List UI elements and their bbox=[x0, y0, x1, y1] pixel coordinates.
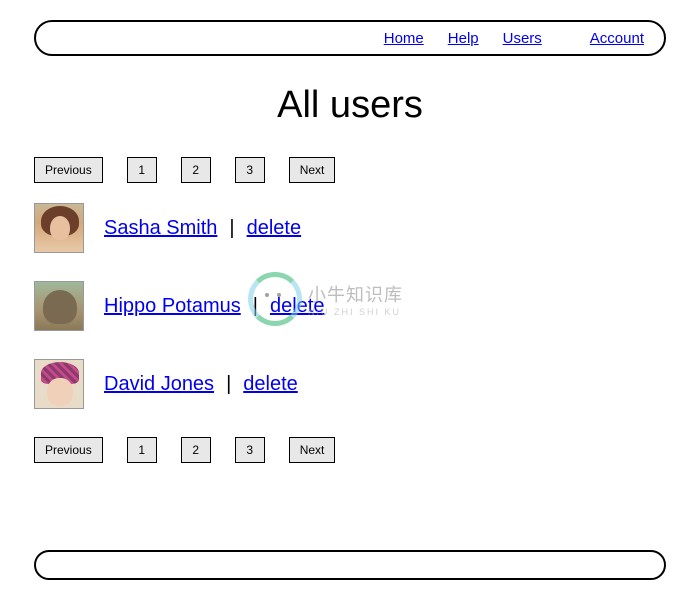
nav-home-link[interactable]: Home bbox=[384, 30, 424, 47]
separator: | bbox=[253, 295, 258, 318]
nav-help-link[interactable]: Help bbox=[448, 30, 479, 47]
user-name-link[interactable]: Sasha Smith bbox=[104, 217, 217, 240]
user-row: Sasha Smith | delete bbox=[34, 203, 666, 253]
pagination-page-1-button[interactable]: 1 bbox=[127, 157, 157, 183]
pagination-previous-button[interactable]: Previous bbox=[34, 437, 103, 463]
bottom-bar bbox=[34, 550, 666, 580]
pagination-bottom: Previous 1 2 3 Next bbox=[34, 437, 666, 463]
nav-account-link[interactable]: Account bbox=[590, 30, 644, 47]
user-name-link[interactable]: Hippo Potamus bbox=[104, 295, 241, 318]
page-title: All users bbox=[34, 84, 666, 127]
pagination-page-2-button[interactable]: 2 bbox=[181, 157, 211, 183]
avatar bbox=[34, 281, 84, 331]
pagination-page-1-button[interactable]: 1 bbox=[127, 437, 157, 463]
avatar bbox=[34, 203, 84, 253]
delete-link[interactable]: delete bbox=[247, 217, 302, 240]
pagination-top: Previous 1 2 3 Next bbox=[34, 157, 666, 183]
pagination-page-3-button[interactable]: 3 bbox=[235, 157, 265, 183]
avatar bbox=[34, 359, 84, 409]
pagination-page-2-button[interactable]: 2 bbox=[181, 437, 211, 463]
pagination-next-button[interactable]: Next bbox=[289, 157, 336, 183]
user-row: Hippo Potamus | delete bbox=[34, 281, 666, 331]
delete-link[interactable]: delete bbox=[243, 373, 298, 396]
separator: | bbox=[226, 373, 231, 396]
user-name-link[interactable]: David Jones bbox=[104, 373, 214, 396]
delete-link[interactable]: delete bbox=[270, 295, 325, 318]
nav-users-link[interactable]: Users bbox=[503, 30, 542, 47]
user-list: Sasha Smith | delete Hippo Potamus | del… bbox=[34, 203, 666, 409]
pagination-page-3-button[interactable]: 3 bbox=[235, 437, 265, 463]
pagination-previous-button[interactable]: Previous bbox=[34, 157, 103, 183]
pagination-next-button[interactable]: Next bbox=[289, 437, 336, 463]
top-nav-bar: Home Help Users Account bbox=[34, 20, 666, 56]
separator: | bbox=[229, 217, 234, 240]
user-row: David Jones | delete bbox=[34, 359, 666, 409]
